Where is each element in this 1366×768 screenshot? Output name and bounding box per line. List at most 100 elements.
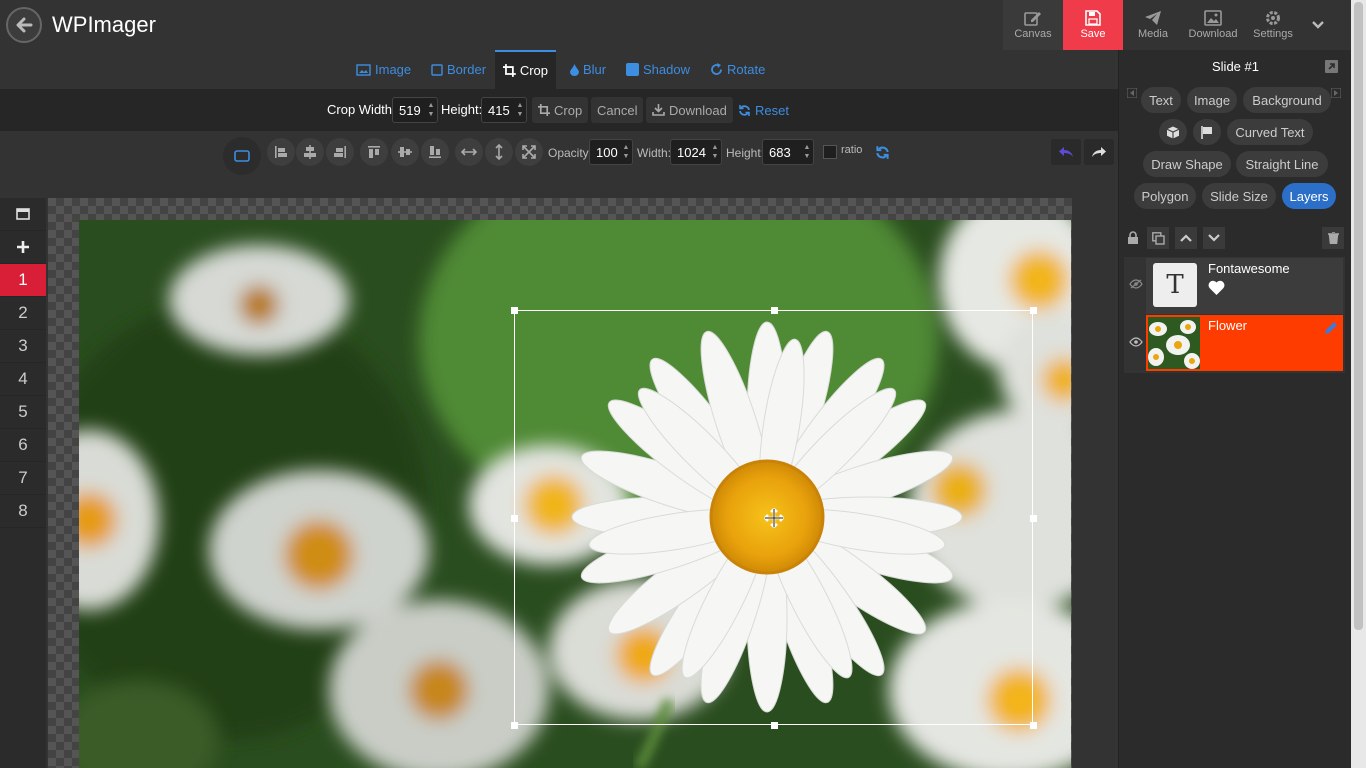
reset-size-icon[interactable] xyxy=(875,145,890,160)
crop-handle-n[interactable] xyxy=(771,307,778,314)
tab-border[interactable]: Border xyxy=(431,50,486,89)
canvas-button[interactable]: Canvas xyxy=(1003,0,1063,50)
spinner-arrows-icon[interactable]: ▲ ▼ xyxy=(425,101,437,119)
slide-size-button[interactable]: Slide Size xyxy=(1202,183,1276,209)
spinner-arrows-icon[interactable]: ▲ ▼ xyxy=(709,143,721,161)
chevron-down-icon xyxy=(1208,234,1220,242)
layers-button[interactable]: Layers xyxy=(1282,183,1336,209)
align-top-button[interactable] xyxy=(360,138,388,166)
slide-1[interactable]: 1 xyxy=(0,264,46,297)
spinner-arrows-icon[interactable]: ▲ ▼ xyxy=(801,143,813,161)
crop-height-input[interactable]: 415 ▲ ▼ xyxy=(481,97,527,123)
layer-fontawesome[interactable]: T Fontawesome xyxy=(1146,258,1343,314)
duplicate-layer-button[interactable] xyxy=(1147,227,1169,249)
polygon-button[interactable]: Polygon xyxy=(1134,183,1196,209)
cube-icon xyxy=(1167,126,1179,138)
align-center-icon xyxy=(304,145,316,159)
slide-3[interactable]: 3 xyxy=(0,330,46,363)
right-panel: Slide #1 Text Image Background Curved Te… xyxy=(1118,50,1351,768)
spinner-arrows-icon[interactable]: ▲ ▼ xyxy=(514,101,526,119)
back-button[interactable] xyxy=(6,7,42,43)
slide-4[interactable]: 4 xyxy=(0,363,46,396)
crop-selection-box[interactable] xyxy=(511,307,1037,729)
toggle-slides-button[interactable] xyxy=(0,198,46,231)
refresh-icon xyxy=(739,104,750,116)
redo-button[interactable] xyxy=(1084,139,1114,165)
slide-7[interactable]: 7 xyxy=(0,462,46,495)
settings-button[interactable]: Settings xyxy=(1243,0,1303,50)
tab-shadow[interactable]: Shadow xyxy=(626,50,690,89)
lock-icon[interactable] xyxy=(1127,231,1139,244)
tab-blur[interactable]: Blur xyxy=(570,50,606,89)
media-button[interactable]: Media xyxy=(1123,0,1183,50)
download-crop-button[interactable]: Download xyxy=(646,97,733,123)
delete-layer-button[interactable] xyxy=(1322,227,1344,249)
align-right-button[interactable] xyxy=(326,138,354,166)
scrollbar-thumb[interactable] xyxy=(1354,2,1363,630)
select-layer-button[interactable] xyxy=(223,137,261,175)
cube-button[interactable] xyxy=(1159,119,1187,145)
slide-2[interactable]: 2 xyxy=(0,297,46,330)
opacity-input[interactable]: 100 ▲ ▼ xyxy=(589,139,633,165)
crop-handle-se[interactable] xyxy=(1030,722,1037,729)
add-text-button[interactable]: Text xyxy=(1141,87,1181,113)
crop-handle-ne[interactable] xyxy=(1030,307,1037,314)
eye-icon[interactable] xyxy=(1129,337,1143,347)
crop-handle-s[interactable] xyxy=(771,722,778,729)
tab-crop[interactable]: Crop xyxy=(495,50,556,89)
align-bottom-button[interactable] xyxy=(421,138,449,166)
crop-width-value: 519 xyxy=(399,102,421,118)
align-center-button[interactable] xyxy=(296,138,324,166)
slide-6[interactable]: 6 xyxy=(0,429,46,462)
save-button[interactable]: Save xyxy=(1063,0,1123,50)
crop-handle-e[interactable] xyxy=(1030,515,1037,522)
move-icon[interactable] xyxy=(764,508,784,528)
add-slide-button[interactable] xyxy=(0,231,46,264)
stretch-vertical-button[interactable] xyxy=(485,138,513,166)
plus-icon xyxy=(17,241,29,253)
crop-button[interactable]: Crop xyxy=(532,97,589,123)
top-bar: WPImager Canvas Save Media Download Sett… xyxy=(0,0,1351,50)
crop-button-label: Crop xyxy=(554,102,583,118)
crop-width-input[interactable]: 519 ▲ ▼ xyxy=(392,97,438,123)
cancel-button[interactable]: Cancel xyxy=(591,97,644,123)
download-button[interactable]: Download xyxy=(1183,0,1243,50)
fit-canvas-button[interactable] xyxy=(515,138,543,166)
crop-handle-nw[interactable] xyxy=(511,307,518,314)
slide-5[interactable]: 5 xyxy=(0,396,46,429)
prev-icon[interactable] xyxy=(1127,88,1137,98)
crop-handle-w[interactable] xyxy=(511,515,518,522)
layer-width-input[interactable]: 1024 ▲ ▼ xyxy=(670,139,722,165)
layer-height-input[interactable]: 683 ▲ ▼ xyxy=(762,139,814,165)
page-scrollbar[interactable] xyxy=(1351,0,1366,768)
copy-icon xyxy=(1151,231,1165,245)
tab-image[interactable]: Image xyxy=(356,50,411,89)
layer-up-button[interactable] xyxy=(1175,227,1197,249)
popout-icon[interactable] xyxy=(1325,60,1338,73)
draw-shape-button[interactable]: Draw Shape xyxy=(1143,151,1231,177)
spinner-arrows-icon[interactable]: ▲ ▼ xyxy=(620,143,632,161)
pencil-icon[interactable] xyxy=(1324,321,1338,335)
layer-down-button[interactable] xyxy=(1203,227,1225,249)
add-image-button[interactable]: Image xyxy=(1187,87,1237,113)
crop-handle-sw[interactable] xyxy=(511,722,518,729)
flag-icon xyxy=(1201,125,1212,139)
background-button[interactable]: Background xyxy=(1243,87,1331,113)
align-middle-button[interactable] xyxy=(391,138,419,166)
stretch-horizontal-button[interactable] xyxy=(455,138,483,166)
reset-button[interactable]: Reset xyxy=(732,97,795,123)
arrow-left-icon xyxy=(16,17,33,33)
canvas-stage xyxy=(46,198,1118,768)
layer-flower[interactable]: Flower xyxy=(1146,315,1343,371)
ratio-checkbox[interactable] xyxy=(823,145,837,159)
flag-button[interactable] xyxy=(1193,119,1221,145)
straight-line-button[interactable]: Straight Line xyxy=(1236,151,1328,177)
eye-slash-icon[interactable] xyxy=(1129,279,1143,289)
align-left-button[interactable] xyxy=(267,138,295,166)
curved-text-button[interactable]: Curved Text xyxy=(1227,119,1313,145)
tab-rotate[interactable]: Rotate xyxy=(710,50,765,89)
next-icon[interactable] xyxy=(1331,88,1341,98)
chevron-down-icon[interactable] xyxy=(1310,16,1326,32)
undo-button[interactable] xyxy=(1051,139,1081,165)
slide-8[interactable]: 8 xyxy=(0,495,46,528)
